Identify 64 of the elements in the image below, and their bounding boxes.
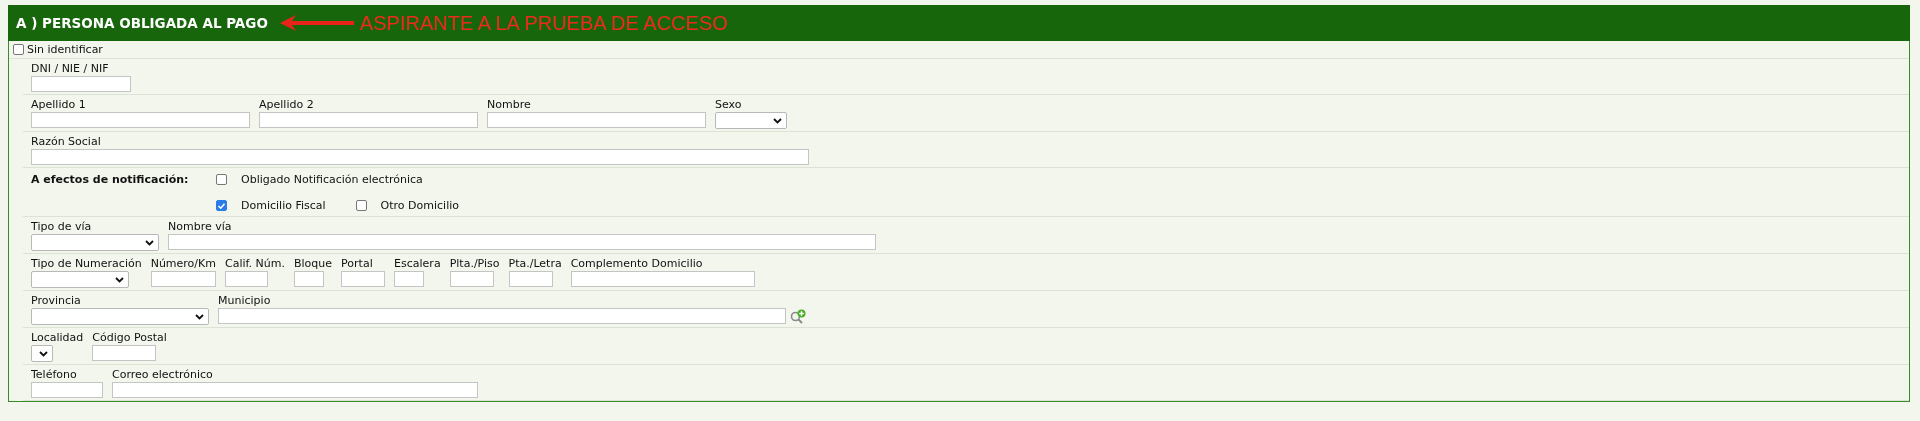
select-field[interactable] xyxy=(31,345,53,362)
input-field[interactable] xyxy=(31,76,131,92)
field-label: Pta./Letra xyxy=(508,257,562,270)
input-field[interactable] xyxy=(394,271,425,287)
field-label: Código Postal xyxy=(92,331,167,344)
field-label: Razón Social xyxy=(31,135,102,148)
input-field[interactable] xyxy=(570,271,755,287)
field-label: Municipio xyxy=(218,294,272,307)
checkbox-label: Obligado Notificación electrónica xyxy=(241,173,423,186)
chevron-icon xyxy=(195,313,204,320)
field-label: Teléfono xyxy=(31,368,78,381)
input-field[interactable] xyxy=(259,112,478,128)
checkbox[interactable] xyxy=(13,44,24,55)
select-field[interactable] xyxy=(31,234,159,251)
select-field[interactable] xyxy=(31,308,209,325)
select-field[interactable] xyxy=(715,112,787,129)
field-label: Nombre xyxy=(487,98,532,111)
input-field[interactable] xyxy=(31,382,103,398)
search-add-icon[interactable] xyxy=(790,308,806,324)
input-field[interactable] xyxy=(92,345,157,361)
field-label: Sexo xyxy=(715,98,743,111)
input-field[interactable] xyxy=(294,271,324,287)
field-label: Tipo de vía xyxy=(31,220,93,233)
annotation-text: ASPIRANTE A LA PRUEBA DE ACCESO xyxy=(359,11,728,35)
checkbox-label: Sin identificar xyxy=(27,43,103,56)
input-field[interactable] xyxy=(225,271,268,287)
notification-label: A efectos de notificación: xyxy=(31,173,190,188)
field-label: Tipo de Numeración xyxy=(31,257,142,270)
field-label: Bloque xyxy=(294,257,333,270)
chevron-icon xyxy=(115,276,124,283)
input-field[interactable] xyxy=(218,308,786,324)
field-label: Nombre vía xyxy=(168,220,233,233)
field-label: Provincia xyxy=(31,294,82,307)
field-label: Correo electrónico xyxy=(112,368,214,381)
checkbox-label: Otro Domicilio xyxy=(380,199,459,212)
field-label: Plta./Piso xyxy=(449,257,500,270)
field-label: Portal xyxy=(341,257,374,270)
input-field[interactable] xyxy=(487,112,706,128)
input-field[interactable] xyxy=(168,234,876,250)
field-label: Apellido 2 xyxy=(259,98,315,111)
field-label: Localidad xyxy=(31,331,84,344)
chevron-icon xyxy=(773,117,782,124)
checkbox-label: Domicilio Fiscal xyxy=(241,199,326,212)
field-label: Apellido 1 xyxy=(31,98,87,111)
input-field[interactable] xyxy=(112,382,478,398)
checkbox[interactable] xyxy=(216,200,227,211)
select-field[interactable] xyxy=(31,271,129,288)
field-label: Número/Km xyxy=(150,257,216,270)
input-field[interactable] xyxy=(150,271,216,287)
chevron-icon xyxy=(39,350,48,357)
field-label: Escalera xyxy=(394,257,441,270)
input-field[interactable] xyxy=(31,149,809,165)
checkbox[interactable] xyxy=(355,200,367,211)
input-field[interactable] xyxy=(508,271,553,287)
checkbox[interactable] xyxy=(216,174,227,185)
input-field[interactable] xyxy=(341,271,386,287)
section-title: A ) PERSONA OBLIGADA AL PAGO xyxy=(16,15,268,31)
field-label: DNI / NIE / NIF xyxy=(31,62,110,75)
field-label: Complemento Domicilio xyxy=(570,257,704,270)
input-field[interactable] xyxy=(449,271,494,287)
input-field[interactable] xyxy=(31,112,250,128)
arrow-icon xyxy=(279,14,354,32)
chevron-icon xyxy=(145,239,154,246)
field-label: Calif. Núm. xyxy=(225,257,285,270)
